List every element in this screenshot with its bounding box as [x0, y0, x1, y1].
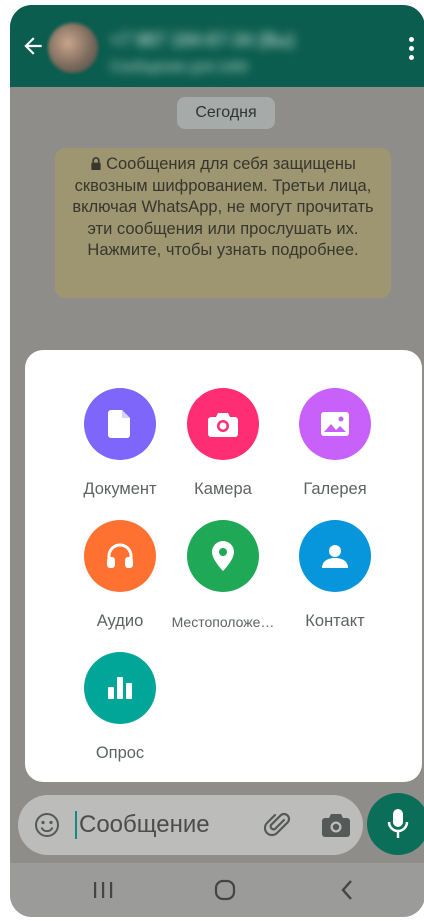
attach-audio-label: Аудио: [96, 612, 144, 630]
attach-contact[interactable]: Контакт: [280, 520, 390, 631]
attachment-sheet: Документ Камера Галерея Аудио Местополож: [25, 350, 422, 782]
message-composer: Сообщение: [18, 795, 363, 855]
attach-gallery-label: Галерея: [303, 480, 367, 498]
more-options-icon[interactable]: [409, 37, 415, 61]
contact-icon: [299, 520, 371, 592]
encryption-notice[interactable]: Сообщения для себя защищены сквозным шиф…: [55, 148, 391, 298]
lock-icon: [91, 157, 101, 170]
attach-camera-label: Камера: [194, 480, 252, 498]
attach-location-label: Местоположе…: [171, 614, 275, 630]
location-icon: [187, 520, 259, 592]
poll-icon: [84, 652, 156, 724]
chat-header: +7 987 184-67-34 (Вы) Сообщение для себя: [10, 5, 424, 87]
attach-document-label: Документ: [83, 480, 157, 498]
attach-poll[interactable]: Опрос: [65, 652, 175, 763]
date-separator: Сегодня: [177, 97, 275, 129]
back-nav-icon[interactable]: [332, 875, 362, 905]
mic-button[interactable]: [367, 793, 424, 855]
phone-screen: +7 987 184-67-34 (Вы) Сообщение для себя…: [10, 5, 424, 917]
home-icon[interactable]: [210, 875, 240, 905]
avatar[interactable]: [48, 23, 98, 73]
contact-status: Сообщение для себя: [110, 58, 248, 74]
camera-icon[interactable]: [322, 812, 350, 838]
attach-poll-label: Опрос: [95, 744, 145, 762]
paperclip-icon[interactable]: [264, 811, 292, 839]
attach-audio[interactable]: Аудио: [65, 520, 175, 631]
back-arrow-icon[interactable]: [20, 33, 46, 59]
recent-apps-icon[interactable]: [88, 875, 118, 905]
camera-icon: [187, 388, 259, 460]
attach-document[interactable]: Документ: [65, 388, 175, 499]
message-input[interactable]: Сообщение: [79, 809, 249, 841]
gallery-icon: [299, 388, 371, 460]
microphone-icon: [387, 809, 409, 838]
attach-camera[interactable]: Камера: [168, 388, 278, 499]
headphones-icon: [84, 520, 156, 592]
contact-name[interactable]: +7 987 184-67-34 (Вы): [110, 27, 355, 53]
text-cursor: [75, 811, 77, 839]
document-icon: [84, 388, 156, 460]
system-nav-bar: [10, 863, 424, 917]
encryption-notice-text: Сообщения для себя защищены сквозным шиф…: [72, 155, 374, 259]
emoji-icon[interactable]: [34, 812, 60, 838]
attach-location[interactable]: Местоположе…: [168, 520, 278, 630]
attach-contact-label: Контакт: [305, 612, 365, 630]
attach-gallery[interactable]: Галерея: [280, 388, 390, 499]
